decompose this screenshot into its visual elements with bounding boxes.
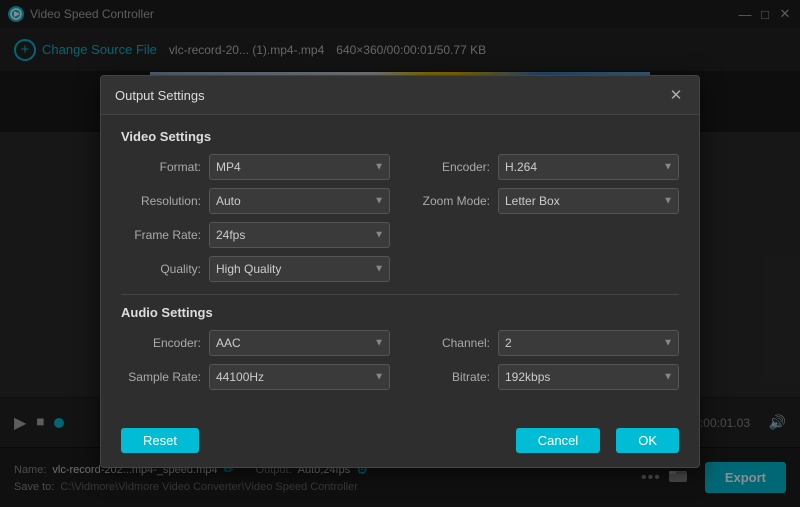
encoder-video-select-wrapper: H.264H.265MPEG-4 ▼ [498, 154, 679, 180]
framerate-select[interactable]: 24fps25fps30fps60fps [209, 222, 390, 248]
format-select[interactable]: MP4AVIMOVMKV [209, 154, 390, 180]
audio-encoder-select[interactable]: AACMP3AC3 [209, 330, 390, 356]
format-label: Format: [121, 160, 201, 174]
zoom-label: Zoom Mode: [410, 194, 490, 208]
video-settings-grid: Format: MP4AVIMOVMKV ▼ Encoder: H.264H.2… [121, 154, 679, 282]
bitrate-row: Bitrate: 192kbps128kbps256kbps320kbps ▼ [410, 364, 679, 390]
resolution-select[interactable]: Auto1920×10801280×720640×360 [209, 188, 390, 214]
bitrate-select-wrapper: 192kbps128kbps256kbps320kbps ▼ [498, 364, 679, 390]
resolution-label: Resolution: [121, 194, 201, 208]
format-select-wrapper: MP4AVIMOVMKV ▼ [209, 154, 390, 180]
audio-settings-title: Audio Settings [121, 305, 679, 320]
channel-label: Channel: [410, 336, 490, 350]
encoder-video-row: Encoder: H.264H.265MPEG-4 ▼ [410, 154, 679, 180]
samplerate-label: Sample Rate: [121, 370, 201, 384]
audio-settings-grid: Encoder: AACMP3AC3 ▼ Channel: 216 ▼ [121, 330, 679, 390]
channel-row: Channel: 216 ▼ [410, 330, 679, 356]
samplerate-select-wrapper: 44100Hz48000Hz32000Hz ▼ [209, 364, 390, 390]
output-settings-dialog: Output Settings ✕ Video Settings Format:… [100, 75, 700, 468]
audio-encoder-select-wrapper: AACMP3AC3 ▼ [209, 330, 390, 356]
reset-button[interactable]: Reset [121, 428, 199, 453]
dialog-action-buttons: Cancel OK [516, 428, 679, 453]
dialog-header: Output Settings ✕ [101, 76, 699, 115]
channel-select-wrapper: 216 ▼ [498, 330, 679, 356]
quality-label: Quality: [121, 262, 201, 276]
dialog-footer: Reset Cancel OK [101, 418, 699, 467]
resolution-select-wrapper: Auto1920×10801280×720640×360 ▼ [209, 188, 390, 214]
encoder-video-label: Encoder: [410, 160, 490, 174]
ok-button[interactable]: OK [616, 428, 679, 453]
dialog-title: Output Settings [115, 88, 205, 103]
channel-select[interactable]: 216 [498, 330, 679, 356]
section-divider [121, 294, 679, 295]
framerate-label: Frame Rate: [121, 228, 201, 242]
dialog-close-button[interactable]: ✕ [667, 86, 685, 104]
video-settings-title: Video Settings [121, 129, 679, 144]
dialog-body: Video Settings Format: MP4AVIMOVMKV ▼ En… [101, 115, 699, 418]
format-row: Format: MP4AVIMOVMKV ▼ [121, 154, 390, 180]
framerate-row: Frame Rate: 24fps25fps30fps60fps ▼ [121, 222, 390, 248]
resolution-row: Resolution: Auto1920×10801280×720640×360… [121, 188, 390, 214]
quality-row: Quality: High QualityMedium QualityLow Q… [121, 256, 390, 282]
quality-select-wrapper: High QualityMedium QualityLow Quality ▼ [209, 256, 390, 282]
samplerate-row: Sample Rate: 44100Hz48000Hz32000Hz ▼ [121, 364, 390, 390]
dialog-overlay: Output Settings ✕ Video Settings Format:… [0, 0, 800, 507]
bitrate-select[interactable]: 192kbps128kbps256kbps320kbps [498, 364, 679, 390]
cancel-button[interactable]: Cancel [516, 428, 600, 453]
audio-encoder-label: Encoder: [121, 336, 201, 350]
zoom-mode-row: Zoom Mode: Letter BoxPan & ScanFull ▼ [410, 188, 679, 214]
encoder-video-select[interactable]: H.264H.265MPEG-4 [498, 154, 679, 180]
samplerate-select[interactable]: 44100Hz48000Hz32000Hz [209, 364, 390, 390]
bitrate-label: Bitrate: [410, 370, 490, 384]
audio-encoder-row: Encoder: AACMP3AC3 ▼ [121, 330, 390, 356]
framerate-select-wrapper: 24fps25fps30fps60fps ▼ [209, 222, 390, 248]
zoom-select-wrapper: Letter BoxPan & ScanFull ▼ [498, 188, 679, 214]
zoom-select[interactable]: Letter BoxPan & ScanFull [498, 188, 679, 214]
quality-select[interactable]: High QualityMedium QualityLow Quality [209, 256, 390, 282]
